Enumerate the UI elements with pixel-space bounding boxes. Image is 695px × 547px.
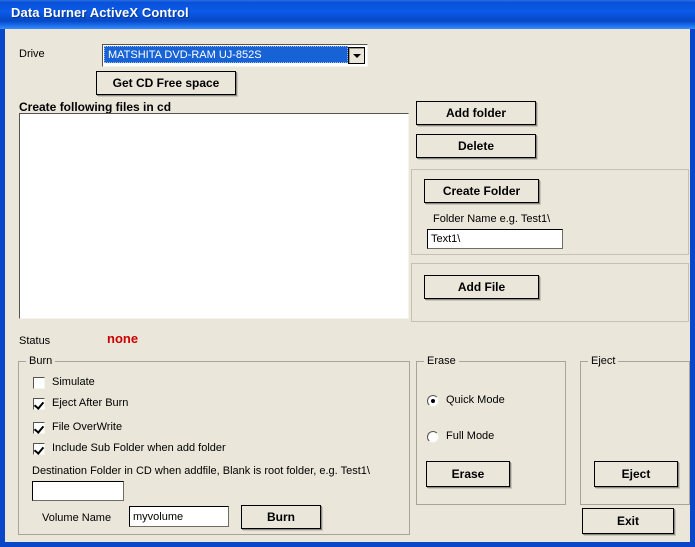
chevron-down-icon[interactable] — [348, 47, 365, 64]
checkbox-icon — [33, 377, 45, 389]
client-area: Drive MATSHITA DVD-RAM UJ-852S Get CD Fr… — [5, 29, 690, 542]
burn-group-caption: Burn — [26, 355, 55, 368]
eject-after-burn-checkbox[interactable]: Eject After Burn — [33, 397, 128, 410]
destination-folder-hint-label: Destination Folder in CD when addfile, B… — [32, 465, 370, 478]
eject-after-burn-checkbox-label: Eject After Burn — [52, 397, 128, 410]
add-file-button[interactable]: Add File — [424, 275, 539, 299]
create-folder-panel: Create Folder Folder Name e.g. Test1\ — [411, 169, 689, 255]
erase-button[interactable]: Erase — [426, 461, 510, 487]
quick-mode-radio[interactable]: Quick Mode — [427, 394, 505, 407]
full-mode-radio-label: Full Mode — [446, 430, 494, 443]
full-mode-radio[interactable]: Full Mode — [427, 430, 494, 443]
include-sub-folder-checkbox[interactable]: Include Sub Folder when add folder — [33, 442, 226, 455]
checkbox-checked-icon — [33, 443, 45, 455]
status-value: none — [107, 332, 138, 345]
checkbox-checked-icon — [33, 422, 45, 434]
drive-combobox-selected-value: MATSHITA DVD-RAM UJ-852S — [104, 46, 348, 63]
file-overwrite-checkbox[interactable]: File OverWrite — [33, 421, 122, 434]
quick-mode-radio-label: Quick Mode — [446, 394, 505, 407]
radio-selected-icon — [427, 395, 439, 407]
burn-group: Burn Simulate Eject After Burn File Over… — [18, 361, 410, 535]
title-bar: Data Burner ActiveX Control — [0, 0, 695, 29]
burn-button[interactable]: Burn — [241, 505, 321, 529]
folder-name-hint-label: Folder Name e.g. Test1\ — [433, 213, 550, 226]
add-folder-button[interactable]: Add folder — [416, 101, 536, 125]
destination-folder-input[interactable] — [32, 481, 124, 501]
file-list-box[interactable] — [19, 113, 409, 319]
drive-label: Drive — [19, 48, 45, 61]
eject-group-caption: Eject — [588, 355, 618, 368]
radio-icon — [427, 431, 439, 443]
folder-name-input[interactable] — [427, 229, 563, 249]
volume-name-input[interactable] — [129, 506, 229, 527]
file-overwrite-checkbox-label: File OverWrite — [52, 421, 122, 434]
application-window: Data Burner ActiveX Control Drive MATSHI… — [0, 0, 695, 547]
window-title: Data Burner ActiveX Control — [11, 5, 189, 20]
simulate-checkbox[interactable]: Simulate — [33, 376, 95, 389]
add-file-panel: Add File — [411, 263, 689, 322]
checkbox-checked-icon — [33, 398, 45, 410]
eject-button[interactable]: Eject — [594, 461, 678, 487]
erase-group-caption: Erase — [424, 355, 459, 368]
create-folder-button[interactable]: Create Folder — [424, 179, 539, 203]
status-label: Status — [19, 335, 50, 348]
simulate-checkbox-label: Simulate — [52, 376, 95, 389]
drive-combobox[interactable]: MATSHITA DVD-RAM UJ-852S — [102, 44, 368, 67]
erase-group: Erase Quick Mode Full Mode Erase — [416, 361, 566, 505]
exit-button[interactable]: Exit — [582, 508, 674, 534]
get-cd-free-space-button[interactable]: Get CD Free space — [96, 71, 236, 95]
volume-name-label: Volume Name — [42, 512, 111, 525]
eject-group: Eject Eject — [580, 361, 690, 505]
delete-button[interactable]: Delete — [416, 134, 536, 158]
include-sub-folder-checkbox-label: Include Sub Folder when add folder — [52, 442, 226, 455]
